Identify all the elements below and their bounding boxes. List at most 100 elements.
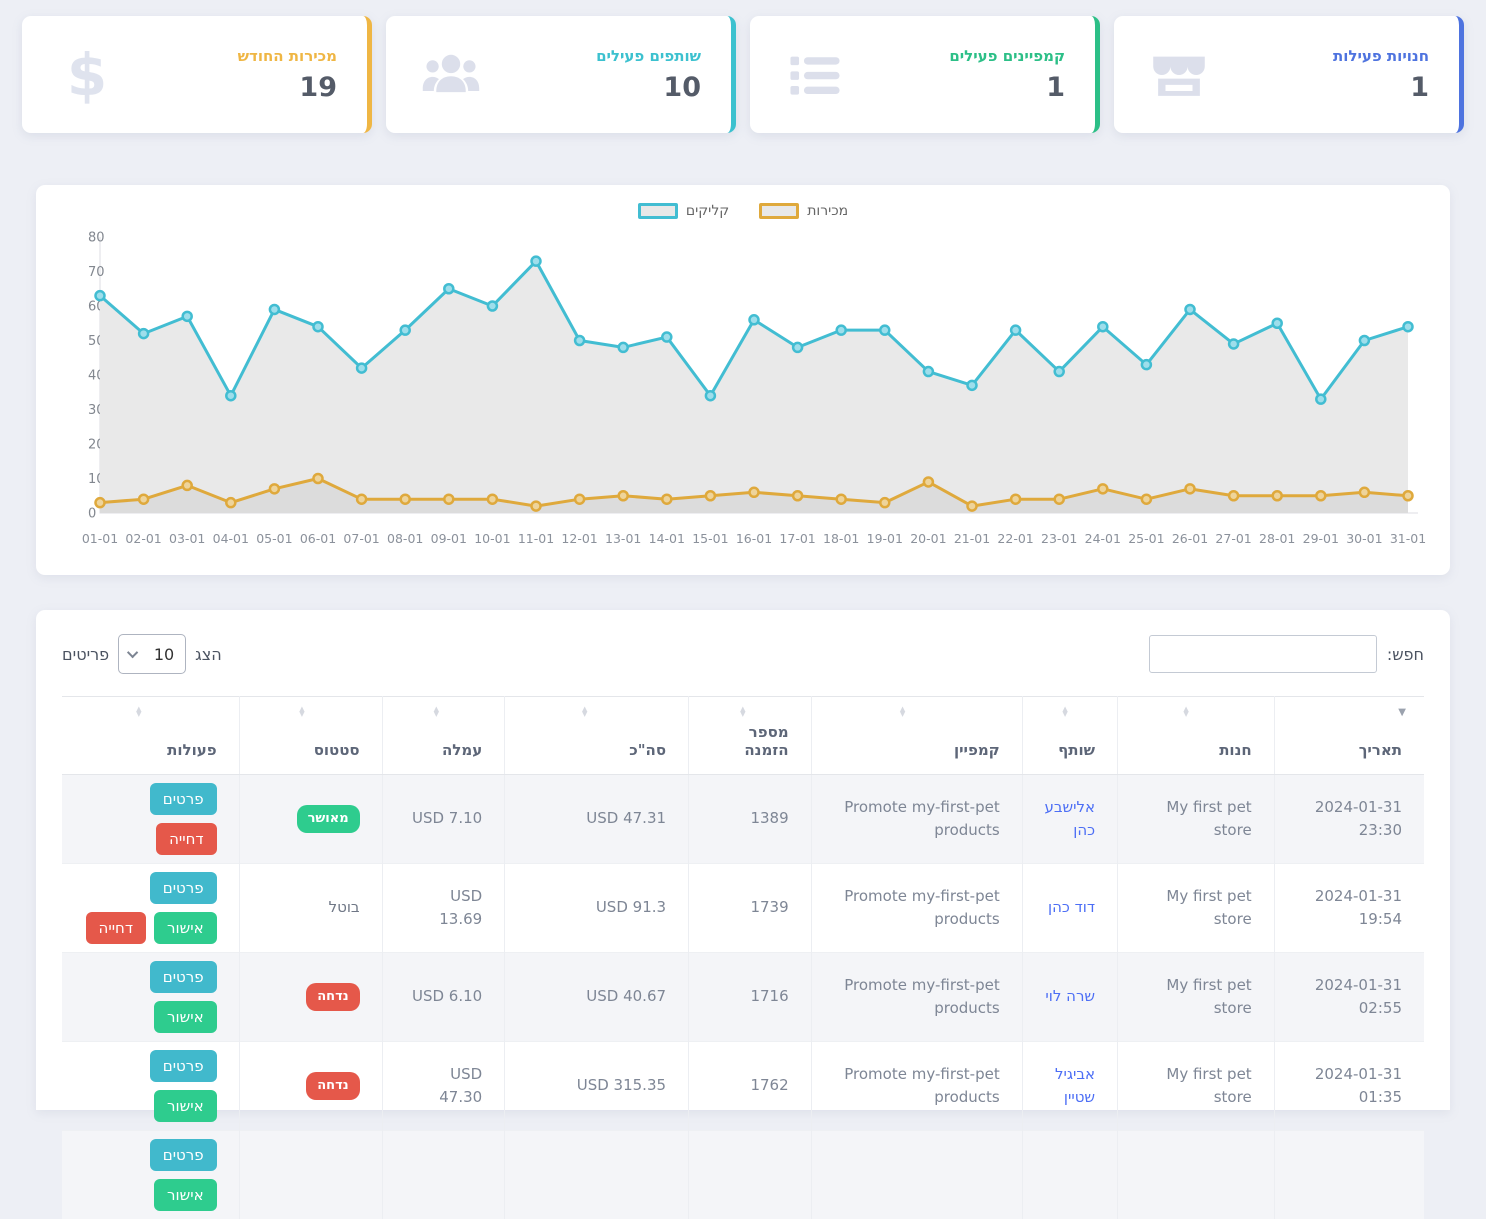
- data-point[interactable]: [96, 498, 105, 507]
- legend-item[interactable]: קליקים: [638, 203, 729, 219]
- data-point[interactable]: [1360, 336, 1369, 345]
- data-point[interactable]: [226, 391, 235, 400]
- data-point[interactable]: [662, 495, 671, 504]
- data-point[interactable]: [750, 315, 759, 324]
- data-point[interactable]: [968, 381, 977, 390]
- data-point[interactable]: [793, 343, 802, 352]
- data-point[interactable]: [1229, 491, 1238, 500]
- partner-link[interactable]: אביגיל שטיין: [1055, 1065, 1095, 1106]
- partner-link[interactable]: שרה לוי: [1045, 987, 1095, 1005]
- data-point[interactable]: [968, 502, 977, 511]
- data-point[interactable]: [1360, 488, 1369, 497]
- data-point[interactable]: [706, 491, 715, 500]
- data-point[interactable]: [1404, 322, 1413, 331]
- data-point[interactable]: [706, 391, 715, 400]
- data-point[interactable]: [401, 326, 410, 335]
- data-point[interactable]: [270, 305, 279, 314]
- data-point[interactable]: [619, 343, 628, 352]
- data-point[interactable]: [1011, 326, 1020, 335]
- data-point[interactable]: [750, 488, 759, 497]
- data-point[interactable]: [619, 491, 628, 500]
- data-point[interactable]: [183, 312, 192, 321]
- partner-link[interactable]: דוד כהן: [1048, 898, 1095, 916]
- data-point[interactable]: [1273, 319, 1282, 328]
- data-point[interactable]: [837, 495, 846, 504]
- data-point[interactable]: [837, 326, 846, 335]
- data-point[interactable]: [488, 495, 497, 504]
- data-point[interactable]: [532, 502, 541, 511]
- cell-total: USD 47.31: [505, 775, 689, 864]
- data-point[interactable]: [1055, 495, 1064, 504]
- data-point[interactable]: [357, 364, 366, 373]
- data-point[interactable]: [488, 302, 497, 311]
- data-point[interactable]: [1142, 495, 1151, 504]
- data-point[interactable]: [924, 477, 933, 486]
- data-point[interactable]: [1186, 484, 1195, 493]
- data-point[interactable]: [444, 495, 453, 504]
- data-point[interactable]: [1273, 491, 1282, 500]
- data-point[interactable]: [139, 329, 148, 338]
- data-point[interactable]: [96, 291, 105, 300]
- column-header-date[interactable]: ▼תאריך: [1274, 697, 1424, 775]
- data-point[interactable]: [1098, 484, 1107, 493]
- data-point[interactable]: [1316, 395, 1325, 404]
- data-point[interactable]: [793, 491, 802, 500]
- column-header-campaign[interactable]: ▲▼קמפיין: [811, 697, 1022, 775]
- data-point[interactable]: [1404, 491, 1413, 500]
- approve-button[interactable]: אישור: [154, 1090, 217, 1122]
- details-button[interactable]: פרטים: [150, 961, 217, 993]
- cell-commission: USD 7.10: [382, 775, 505, 864]
- x-axis-tick: 12-01: [561, 531, 597, 546]
- approve-button[interactable]: אישור: [154, 1001, 217, 1033]
- data-point[interactable]: [1316, 491, 1325, 500]
- data-point[interactable]: [532, 257, 541, 266]
- data-point[interactable]: [662, 333, 671, 342]
- data-point[interactable]: [1011, 495, 1020, 504]
- column-header-total[interactable]: ▲▼סה"כ: [505, 697, 689, 775]
- details-button[interactable]: פרטים: [150, 1050, 217, 1082]
- data-point[interactable]: [139, 495, 148, 504]
- details-button[interactable]: פרטים: [150, 783, 217, 815]
- column-header-actions[interactable]: ▲▼פעולות: [62, 697, 239, 775]
- column-header-store[interactable]: ▲▼חנות: [1118, 697, 1275, 775]
- approve-button[interactable]: אישור: [154, 912, 217, 944]
- data-point[interactable]: [270, 484, 279, 493]
- data-point[interactable]: [1142, 360, 1151, 369]
- page-size-value: 10: [154, 645, 174, 664]
- data-point[interactable]: [1229, 339, 1238, 348]
- data-point[interactable]: [183, 481, 192, 490]
- cell-partner: אלישבע כהן: [1022, 775, 1117, 864]
- data-point[interactable]: [401, 495, 410, 504]
- data-point[interactable]: [314, 322, 323, 331]
- data-point[interactable]: [880, 326, 889, 335]
- data-point[interactable]: [226, 498, 235, 507]
- data-point[interactable]: [314, 474, 323, 483]
- data-point[interactable]: [880, 498, 889, 507]
- data-point[interactable]: [357, 495, 366, 504]
- data-point[interactable]: [444, 284, 453, 293]
- approve-button[interactable]: אישור: [154, 1179, 217, 1211]
- x-axis-tick: 21-01: [954, 531, 990, 546]
- x-axis-tick: 16-01: [736, 531, 772, 546]
- search-input[interactable]: [1149, 635, 1377, 673]
- data-point[interactable]: [575, 336, 584, 345]
- cell-order-number: 1389: [689, 775, 812, 864]
- cell-order-number: 1739: [689, 864, 812, 953]
- data-point[interactable]: [575, 495, 584, 504]
- column-header-partner[interactable]: ▲▼שותף: [1022, 697, 1117, 775]
- column-label: חנות: [1140, 741, 1252, 759]
- details-button[interactable]: פרטים: [150, 872, 217, 904]
- column-header-commission[interactable]: ▲▼עמלה: [382, 697, 505, 775]
- reject-button[interactable]: דחייה: [86, 912, 147, 944]
- partner-link[interactable]: אלישבע כהן: [1044, 798, 1095, 839]
- column-header-status[interactable]: ▲▼סטטוס: [239, 697, 382, 775]
- data-point[interactable]: [1098, 322, 1107, 331]
- data-point[interactable]: [1186, 305, 1195, 314]
- reject-button[interactable]: דחייה: [156, 823, 217, 855]
- page-size-select[interactable]: 10: [118, 634, 186, 674]
- column-header-order-number[interactable]: ▲▼מספר הזמנה: [689, 697, 812, 775]
- legend-item[interactable]: מכירות: [759, 203, 848, 219]
- details-button[interactable]: פרטים: [150, 1139, 217, 1171]
- data-point[interactable]: [1055, 367, 1064, 376]
- data-point[interactable]: [924, 367, 933, 376]
